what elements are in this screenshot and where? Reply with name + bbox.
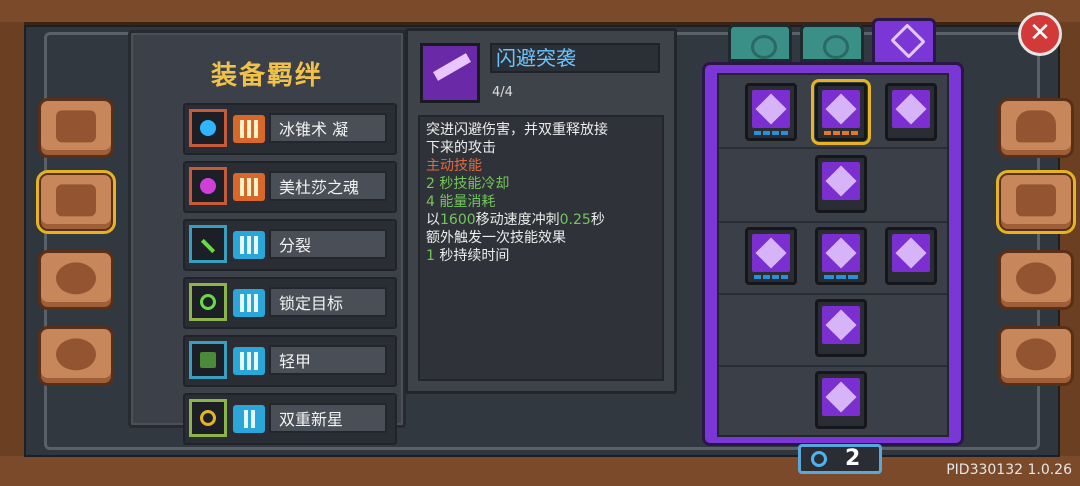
sword-slash-icon[interactable] (815, 155, 867, 213)
swirl-icon (811, 451, 827, 467)
bond-item[interactable]: 轻甲 (183, 335, 397, 387)
scroll-icon (56, 184, 96, 217)
skills-tab[interactable] (996, 170, 1076, 234)
tree-tab-3[interactable] (872, 18, 936, 66)
helmet-icon (1016, 110, 1056, 143)
skill-points-value: 2 (845, 446, 861, 471)
compass-tab[interactable] (998, 250, 1074, 310)
skill-tree-grid (717, 73, 949, 437)
ring-icon (751, 35, 777, 59)
plus-shield-icon[interactable] (885, 83, 937, 141)
desc-text: 以 (426, 212, 440, 228)
desc-line: 1 秒持续时间 (426, 247, 656, 265)
tree-row (719, 221, 947, 295)
bond-level-bars (233, 347, 265, 375)
dash-skill-icon (420, 43, 480, 103)
skill-detail-panel: 闪避突袭 4/4 突进闪避伤害，并双重释放接 下来的攻击 主动技能 2 秒技能冷… (405, 28, 677, 394)
bond-item[interactable]: 锁定目标 (183, 277, 397, 329)
skill-level: 4/4 (492, 85, 513, 100)
desc-line: 下来的攻击 (426, 140, 496, 156)
bond-level-bars (233, 115, 265, 143)
tree-tab-2[interactable] (800, 24, 864, 62)
bonds-panel: 装备羁绊 冰锥术 凝 美杜莎之魂 分裂 锁定目标 轻甲 双重新星 (128, 30, 406, 445)
skill-tree-panel (702, 62, 964, 446)
steering-icon (56, 338, 96, 371)
desc-line: 4 能量消耗 (426, 194, 496, 210)
bond-level-bars (233, 231, 265, 259)
light-armor-icon (189, 341, 227, 379)
bond-label: 轻甲 (269, 345, 387, 375)
split-arrow-icon (189, 225, 227, 263)
bond-label: 分裂 (269, 229, 387, 259)
desc-value: 1 (426, 248, 435, 264)
gear-tab[interactable] (998, 326, 1074, 386)
swords-up-icon (1016, 184, 1056, 217)
diamond-icon (890, 23, 926, 59)
desc-text: 秒 (590, 212, 605, 228)
frame-bottom (0, 453, 1080, 486)
desc-line: 以1600移动速度冲刺0.25秒 (426, 211, 656, 229)
skill-description: 突进闪避伤害，并双重释放接 下来的攻击 主动技能 2 秒技能冷却 4 能量消耗 … (418, 115, 664, 381)
target-icon (189, 283, 227, 321)
desc-line: 额外触发一次技能效果 (426, 230, 566, 246)
bond-tab[interactable] (36, 170, 116, 234)
tree-tab-1[interactable] (728, 24, 792, 62)
lightning-dash-icon[interactable] (815, 299, 867, 357)
tree-row (719, 75, 947, 149)
frame-left (0, 22, 27, 456)
desc-line: 突进闪避伤害，并双重释放接 (426, 122, 608, 138)
bond-level-bars (233, 405, 265, 433)
version-label: PID330132 1.0.26 (946, 462, 1072, 478)
book-icon (56, 110, 96, 143)
dash-skill-icon[interactable] (811, 79, 871, 145)
bond-item[interactable]: 美杜莎之魂 (183, 161, 397, 213)
helmet-tab[interactable] (998, 98, 1074, 158)
shield-emblem-icon[interactable] (885, 227, 937, 285)
double-nova-icon (189, 399, 227, 437)
ice-orb-icon (189, 109, 227, 147)
ring-icon (823, 35, 849, 59)
desc-text: 秒持续时间 (434, 248, 510, 264)
bond-level-bars (233, 173, 265, 201)
bond-item[interactable]: 冰锥术 凝 (183, 103, 397, 155)
desc-value: 1600 (440, 212, 476, 228)
pillar-icon[interactable] (815, 227, 867, 285)
bond-list: 冰锥术 凝 美杜莎之魂 分裂 锁定目标 轻甲 双重新星 (183, 103, 397, 451)
bond-label: 冰锥术 凝 (269, 113, 387, 143)
close-button[interactable]: ✕ (1018, 12, 1062, 56)
desc-line: 2 秒技能冷却 (426, 176, 510, 192)
desc-value: 0.25 (559, 212, 591, 228)
medusa-orb-icon (189, 167, 227, 205)
panel-title: 装备羁绊 (210, 61, 323, 91)
cluster-icon (56, 262, 96, 295)
book-tab[interactable] (38, 98, 114, 158)
team-tab[interactable] (38, 250, 114, 310)
cross-slash-icon[interactable] (815, 371, 867, 429)
tree-row (719, 293, 947, 367)
burst-skill-icon[interactable] (745, 83, 797, 141)
compass-icon (1016, 262, 1056, 295)
wheel-tab[interactable] (38, 326, 114, 386)
heart-rune-icon[interactable] (745, 227, 797, 285)
desc-text: 移动速度冲刺 (475, 212, 560, 228)
tree-row (719, 149, 947, 223)
gear-icon (1016, 338, 1056, 371)
bond-label: 锁定目标 (269, 287, 387, 317)
skill-points-counter: 2 (798, 444, 882, 474)
bond-item[interactable]: 双重新星 (183, 393, 397, 445)
bond-item[interactable]: 分裂 (183, 219, 397, 271)
bond-level-bars (233, 289, 265, 317)
bond-label: 美杜莎之魂 (269, 171, 387, 201)
skill-title: 闪避突袭 (490, 43, 660, 73)
bond-label: 双重新星 (269, 403, 387, 433)
tree-row (719, 365, 947, 437)
desc-line: 主动技能 (426, 158, 482, 174)
